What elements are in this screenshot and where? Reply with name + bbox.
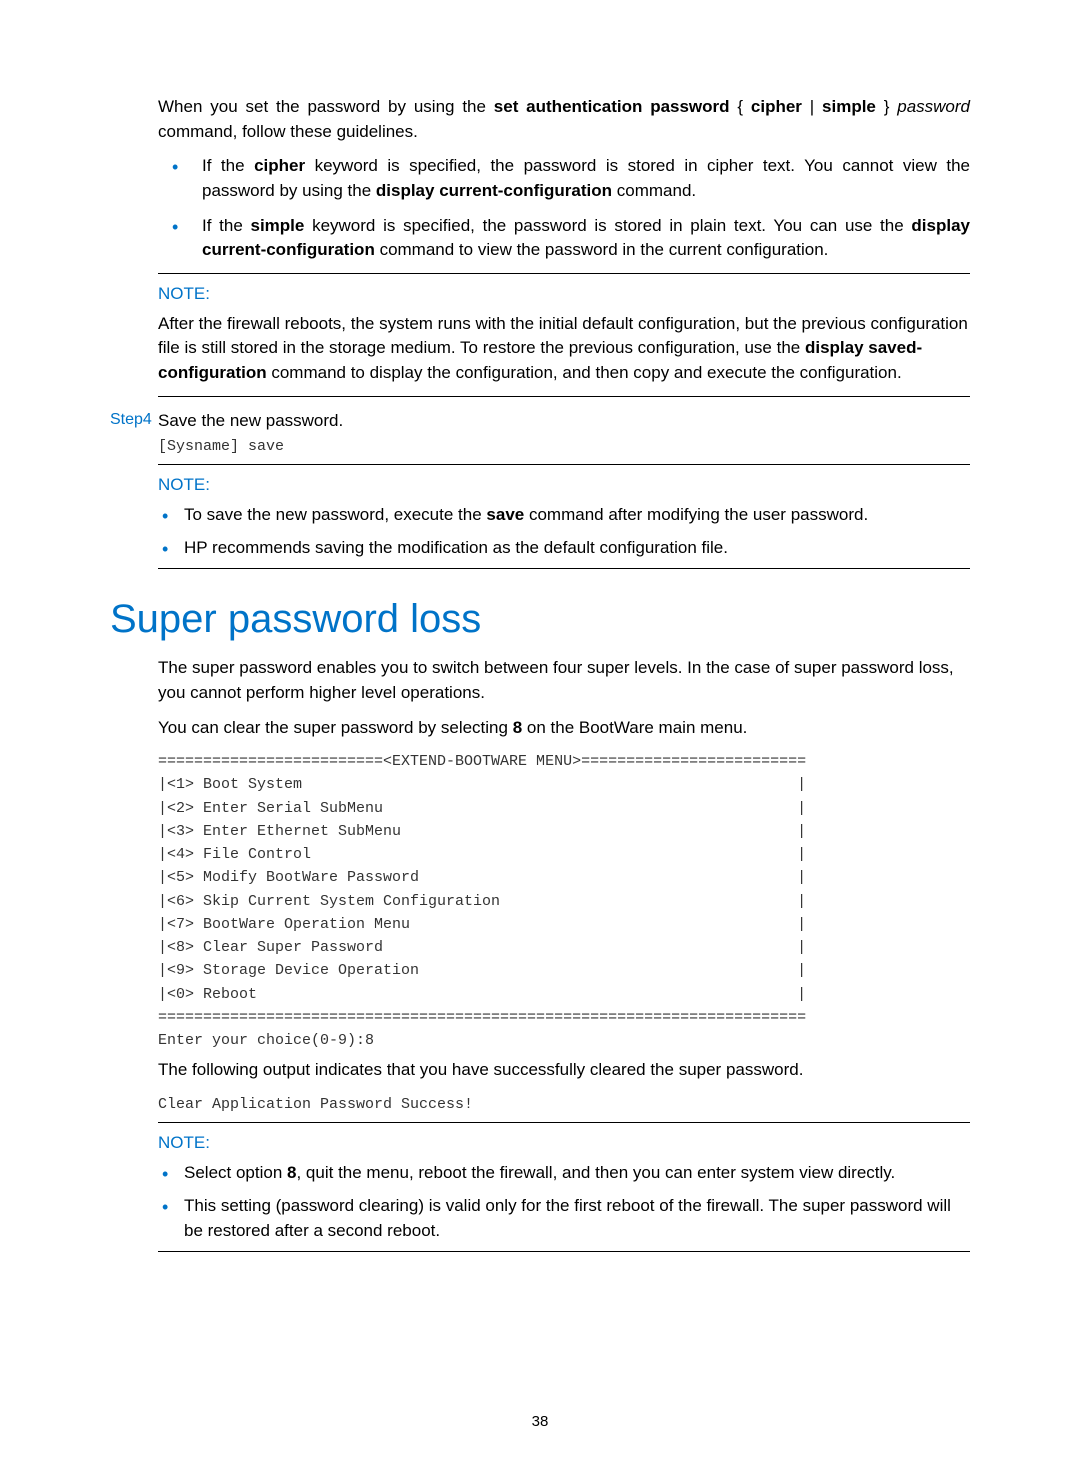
option-8: 8 bbox=[513, 718, 522, 737]
note-label: NOTE: bbox=[158, 475, 970, 495]
note-list: To save the new password, execute the sa… bbox=[158, 503, 970, 560]
text: When you set the password by using the bbox=[158, 97, 494, 116]
note-paragraph: After the firewall reboots, the system r… bbox=[158, 312, 970, 386]
keyword-cipher: cipher bbox=[254, 156, 305, 175]
text: command. bbox=[612, 181, 696, 200]
step-text: Save the new password. bbox=[158, 411, 343, 431]
note-list: Select option 8, quit the menu, reboot t… bbox=[158, 1161, 970, 1243]
page-number: 38 bbox=[0, 1413, 1080, 1430]
text: If the bbox=[202, 216, 251, 235]
text: command to view the password in the curr… bbox=[375, 240, 829, 259]
text: { bbox=[730, 97, 751, 116]
document-page: When you set the password by using the s… bbox=[0, 0, 1080, 1466]
text: If the bbox=[202, 156, 254, 175]
super-para-2: You can clear the super password by sele… bbox=[158, 716, 970, 741]
argument-password: password bbox=[897, 97, 970, 116]
option-simple: simple bbox=[822, 97, 876, 116]
text: on the BootWare main menu. bbox=[522, 718, 747, 737]
text: command after modifying the user passwor… bbox=[524, 505, 868, 524]
clear-output-code: Clear Application Password Success! bbox=[158, 1093, 970, 1116]
note-label: NOTE: bbox=[158, 284, 970, 304]
divider bbox=[158, 1122, 970, 1123]
clear-paragraph: The following output indicates that you … bbox=[158, 1058, 970, 1083]
guidelines-list: If the cipher keyword is specified, the … bbox=[158, 154, 970, 263]
divider bbox=[158, 273, 970, 274]
text: command to display the configuration, an… bbox=[267, 363, 902, 382]
divider bbox=[158, 1251, 970, 1252]
text: command, follow these guidelines. bbox=[158, 122, 418, 141]
divider bbox=[158, 396, 970, 397]
divider bbox=[158, 464, 970, 465]
list-item: If the cipher keyword is specified, the … bbox=[158, 154, 970, 203]
list-item: Select option 8, quit the menu, reboot t… bbox=[158, 1161, 970, 1186]
super-para-1: The super password enables you to switch… bbox=[158, 656, 970, 705]
text: You can clear the super password by sele… bbox=[158, 718, 513, 737]
content-column: When you set the password by using the s… bbox=[158, 95, 970, 1252]
intro-paragraph: When you set the password by using the s… bbox=[158, 95, 970, 144]
bootware-menu-code: =========================<EXTEND-BOOTWAR… bbox=[158, 750, 970, 1052]
option-cipher: cipher bbox=[751, 97, 802, 116]
text: keyword is specified, the password is st… bbox=[304, 216, 911, 235]
code-block: [Sysname] save bbox=[158, 435, 970, 458]
command-display: display current-configuration bbox=[376, 181, 612, 200]
command-save: save bbox=[486, 505, 524, 524]
text: To save the new password, execute the bbox=[184, 505, 486, 524]
list-item: If the simple keyword is specified, the … bbox=[158, 214, 970, 263]
step-label: Step4 bbox=[110, 411, 158, 429]
section-heading: Super password loss bbox=[110, 597, 970, 642]
keyword-simple: simple bbox=[251, 216, 305, 235]
list-item: HP recommends saving the modification as… bbox=[158, 536, 970, 561]
step4-row: Step4 Save the new password. bbox=[110, 411, 970, 431]
list-item: This setting (password clearing) is vali… bbox=[158, 1194, 970, 1243]
divider bbox=[158, 568, 970, 569]
text: , quit the menu, reboot the firewall, an… bbox=[296, 1163, 895, 1182]
command-name: set authentication password bbox=[494, 97, 730, 116]
text: Select option bbox=[184, 1163, 287, 1182]
note-label: NOTE: bbox=[158, 1133, 970, 1153]
text: } bbox=[876, 97, 897, 116]
text: | bbox=[802, 97, 822, 116]
list-item: To save the new password, execute the sa… bbox=[158, 503, 970, 528]
